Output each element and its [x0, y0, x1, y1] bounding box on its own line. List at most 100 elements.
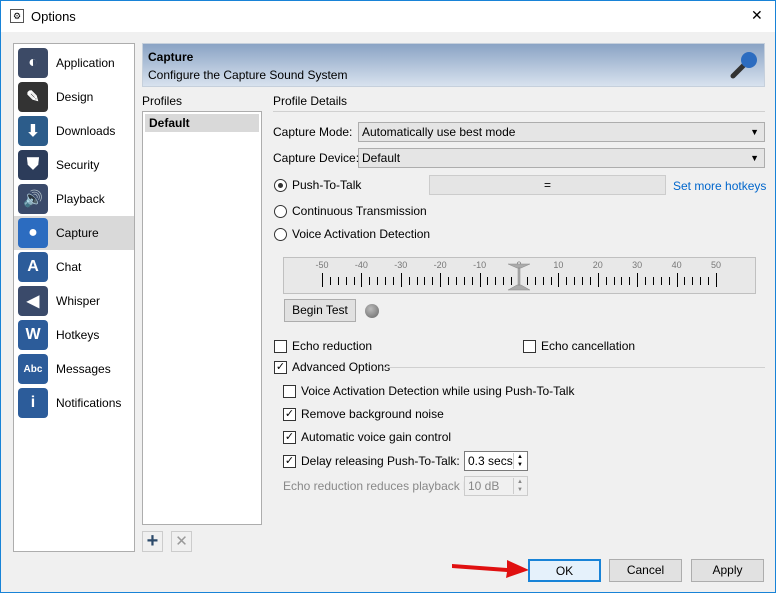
sidebar-item-whisper[interactable]: ◀ Whisper — [14, 284, 134, 318]
profiles-list[interactable]: Default — [142, 111, 262, 525]
tick-label: -40 — [354, 260, 368, 270]
radio-indicator[interactable] — [274, 227, 287, 241]
minor-tick — [582, 277, 584, 285]
advanced-options-label: Advanced Options — [292, 360, 391, 374]
checkbox[interactable] — [523, 339, 536, 353]
delay-label: Delay releasing Push-To-Talk: — [301, 454, 460, 468]
radio-indicator[interactable] — [274, 204, 287, 218]
minor-tick — [408, 277, 410, 285]
divider — [383, 367, 765, 368]
sidebar-item-label: Hotkeys — [56, 328, 100, 342]
microphone-icon — [729, 50, 759, 80]
minor-tick — [550, 277, 552, 285]
capture-mode-label: Capture Mode: — [273, 125, 353, 139]
echo-playback-label: Echo reduction reduces playback by: — [283, 479, 480, 493]
advanced-options-checkbox[interactable]: ✓ Advanced Options — [274, 360, 390, 374]
major-tick — [637, 273, 639, 287]
noise-label: Remove background noise — [301, 407, 444, 421]
tick-label: 50 — [710, 260, 721, 270]
close-button[interactable]: ✕ — [751, 7, 763, 24]
set-hotkeys-link[interactable]: Set more hotkeys — [673, 179, 766, 193]
echo-reduction-checkbox[interactable]: Echo reduction — [274, 339, 372, 353]
capture-device-value: Default — [362, 151, 401, 165]
vad-radio[interactable]: Voice Activation Detection — [274, 227, 430, 241]
shield-icon: ⛊ — [18, 150, 48, 180]
cancel-button[interactable]: Cancel — [609, 559, 682, 582]
vad-label: Voice Activation Detection — [292, 227, 431, 241]
minor-tick — [424, 277, 426, 285]
sidebar-item-hotkeys[interactable]: W Hotkeys — [14, 318, 134, 352]
apply-button[interactable]: Apply — [691, 559, 764, 582]
gear-icon: ⚙ — [10, 9, 24, 23]
checkbox[interactable] — [274, 339, 287, 353]
page-title: Capture — [148, 50, 194, 64]
echo-reduction-label: Echo reduction — [292, 339, 373, 353]
sidebar-item-downloads[interactable]: ⬇ Downloads — [14, 114, 134, 148]
checkbox[interactable]: ✓ — [274, 360, 287, 374]
sidebar-item-notifications[interactable]: i Notifications — [14, 386, 134, 420]
sidebar-item-capture[interactable]: ● Capture — [14, 216, 134, 250]
delay-checkbox[interactable]: ✓ Delay releasing Push-To-Talk: — [283, 454, 460, 468]
sidebar-item-label: Design — [56, 90, 94, 104]
capture-mode-dropdown[interactable]: Automatically use best mode ▼ — [358, 122, 765, 142]
noise-checkbox[interactable]: ✓ Remove background noise — [283, 407, 444, 421]
minor-tick — [574, 277, 576, 285]
sidebar-item-design[interactable]: ✎ Design — [14, 80, 134, 114]
delay-spinbox[interactable]: 0.3 secs ▲ ▼ — [464, 451, 528, 471]
vad-level-slider[interactable]: -50-40-30-20-1001020304050 — [283, 257, 756, 294]
ok-button[interactable]: OK — [528, 559, 601, 582]
tick-label: 20 — [592, 260, 603, 270]
minor-tick — [645, 277, 647, 285]
sidebar-item-playback[interactable]: 🔊 Playback — [14, 182, 134, 216]
sidebar-item-label: Capture — [56, 226, 99, 240]
sidebar-item-chat[interactable]: A Chat — [14, 250, 134, 284]
minor-tick — [487, 277, 489, 285]
chat-icon: A — [18, 252, 48, 282]
hotkey-field[interactable]: = — [429, 175, 666, 195]
chevron-down-icon: ▼ — [750, 127, 759, 137]
slider-handle[interactable] — [507, 261, 531, 291]
continuous-radio[interactable]: Continuous Transmission — [274, 204, 427, 218]
echo-cancellation-checkbox[interactable]: Echo cancellation — [523, 339, 635, 353]
checkbox[interactable]: ✓ — [283, 454, 296, 468]
microphone-icon: ● — [18, 218, 48, 248]
sidebar-item-label: Notifications — [56, 396, 122, 410]
speaker-icon: 🔊 — [18, 184, 48, 214]
minor-tick — [629, 277, 631, 285]
delay-value: 0.3 secs — [468, 454, 513, 468]
category-list: ◐ Application ✎ Design ⬇ Downloads ⛊ Security 🔊 P… — [13, 43, 135, 552]
title-bar: ⚙ Options ✕ — [1, 1, 775, 32]
begin-test-button[interactable]: Begin Test — [284, 299, 356, 322]
minor-tick — [605, 277, 607, 285]
checkbox[interactable]: ✓ — [283, 430, 296, 444]
minor-tick — [692, 277, 694, 285]
spin-arrows-icon[interactable]: ▲ ▼ — [513, 453, 526, 469]
ptt-label: Push-To-Talk — [292, 178, 362, 192]
minor-tick — [534, 277, 536, 285]
vad-ptt-label: Voice Activation Detection while using P… — [301, 384, 575, 398]
sidebar-item-security[interactable]: ⛊ Security — [14, 148, 134, 182]
tick-label: 30 — [632, 260, 643, 270]
keyboard-icon: W — [18, 320, 48, 350]
radio-indicator[interactable] — [274, 178, 287, 192]
major-tick — [440, 273, 442, 287]
sidebar-item-label: Security — [56, 158, 100, 172]
tick-label: -20 — [433, 260, 447, 270]
remove-profile-button[interactable]: ✕ — [171, 531, 192, 552]
checkbox[interactable]: ✓ — [283, 407, 296, 421]
profile-item[interactable]: Default — [145, 114, 259, 132]
echo-playback-spinbox[interactable]: 10 dB ▲ ▼ — [464, 476, 528, 496]
ptt-radio[interactable]: Push-To-Talk — [274, 178, 361, 192]
minor-tick — [566, 277, 568, 285]
sidebar-item-application[interactable]: ◐ Application — [14, 46, 134, 80]
vad-ptt-checkbox[interactable]: Voice Activation Detection while using P… — [283, 384, 574, 398]
minor-tick — [589, 277, 591, 285]
capture-device-dropdown[interactable]: Default ▼ — [358, 148, 765, 168]
spin-arrows-icon[interactable]: ▲ ▼ — [513, 478, 526, 494]
divider — [273, 111, 765, 112]
sidebar-item-messages[interactable]: Abc Messages — [14, 352, 134, 386]
sidebar-item-label: Whisper — [56, 294, 101, 308]
checkbox[interactable] — [283, 384, 296, 398]
add-profile-button[interactable]: + — [142, 531, 163, 552]
agc-checkbox[interactable]: ✓ Automatic voice gain control — [283, 430, 451, 444]
